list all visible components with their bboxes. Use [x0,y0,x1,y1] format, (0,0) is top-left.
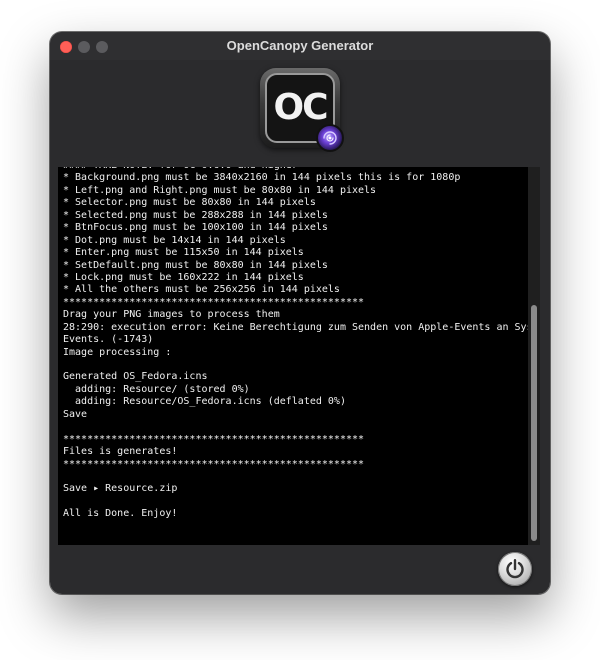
console-output[interactable]: #### TAKE NOTE: for OC 0.6.0 and higher*… [58,167,540,545]
window-title: OpenCanopy Generator [226,38,374,53]
power-button[interactable] [498,552,532,586]
app-window: OpenCanopy Generator OC #### TAKE NOTE: … [50,32,550,594]
console-line: * Lock.png must be 160x222 in 144 pixels [63,271,304,283]
console-text: #### TAKE NOTE: for OC 0.6.0 and higher*… [63,167,540,521]
console-line: * Left.png and Right.png must be 80x80 i… [63,184,377,196]
console-line: Drag your PNG images to process them [63,309,280,321]
vertical-scrollbar[interactable] [528,167,540,545]
console-line: ****************************************… [63,458,365,470]
console-line: * Background.png must be 3840x2160 in 14… [63,172,461,184]
console-line: * BtnFocus.png must be 100x100 in 144 pi… [63,222,328,234]
console-line: * Selected.png must be 288x288 in 144 pi… [63,209,328,221]
opencore-logo-icon: OC [260,68,344,152]
console-line: 28:290: execution error: Keine Berechtig… [63,321,540,333]
console-line: * All the others must be 256x256 in 144 … [63,284,340,296]
galaxy-badge-icon [316,124,344,152]
console-line: Files is generates! [63,446,178,458]
console-line: ****************************************… [63,433,365,445]
console-line: Image processing : [63,346,172,358]
console-line: ****************************************… [63,296,365,308]
console-line: Save ▸ Resource.zip [63,483,178,495]
console-line: * Enter.png must be 115x50 in 144 pixels [63,247,304,259]
console-line: Events. (-1743) [63,334,154,346]
console-line: * Dot.png must be 14x14 in 144 pixels [63,234,286,246]
title-bar: OpenCanopy Generator [50,32,550,60]
console-line: * SetDefault.png must be 80x80 in 144 pi… [63,259,328,271]
console-line: Generated OS_Fedora.icns [63,371,208,383]
console-line: adding: Resource/OS_Fedora.icns (deflate… [63,396,346,408]
galaxy-swirl-icon [323,131,337,145]
power-icon [506,559,524,579]
console-line: All is Done. Enjoy! [63,508,178,520]
scrollbar-thumb[interactable] [531,305,537,541]
console-line: * Selector.png must be 80x80 in 144 pixe… [63,197,316,209]
console-line: Save [63,408,88,420]
console-line: adding: Resource/ (stored 0%) [63,383,250,395]
